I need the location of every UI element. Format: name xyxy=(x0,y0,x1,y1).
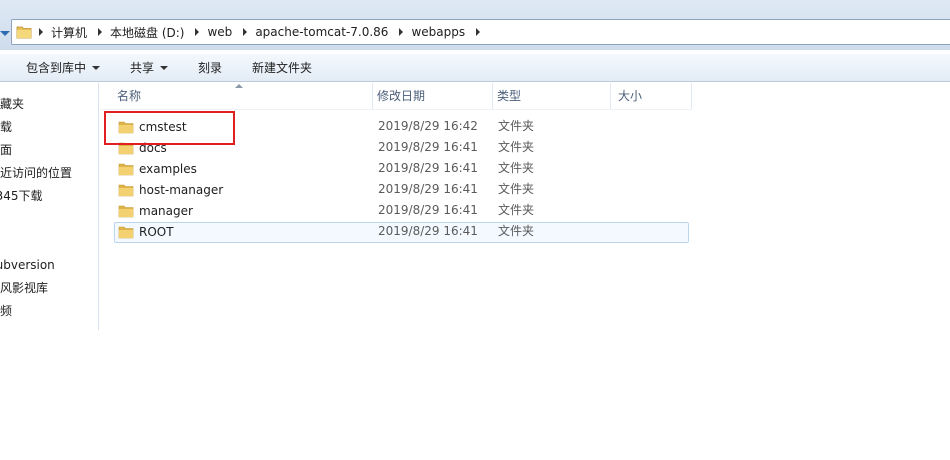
table-row[interactable]: manager 2019/8/29 16:41 文件夹 xyxy=(114,201,689,222)
column-header-name[interactable]: 名称 xyxy=(100,83,373,109)
address-bar-region: 计算机 本地磁盘 (D:) web apache-tomcat-7.0.86 w… xyxy=(0,0,950,50)
column-size-label: 大小 xyxy=(618,89,643,103)
header-divider xyxy=(100,109,692,110)
chevron-down-icon xyxy=(160,65,169,70)
breadcrumb-computer[interactable]: 计算机 xyxy=(48,24,93,41)
column-header-type[interactable]: 类型 xyxy=(493,83,611,109)
file-modified: 2019/8/29 16:41 xyxy=(378,203,478,217)
table-row[interactable]: ROOT 2019/8/29 16:41 文件夹 xyxy=(114,222,689,243)
nav-item-baofeng-library[interactable]: 暴风影视库 xyxy=(0,278,48,298)
navigation-pane: 收藏夹 下载 桌面 最近访问的位置 2345下载 Subversion 暴风影视… xyxy=(0,83,99,330)
nav-item-downloads[interactable]: 下载 xyxy=(0,117,12,137)
file-type: 文件夹 xyxy=(498,182,535,196)
command-toolbar: 包含到库中 共享 刻录 新建文件夹 xyxy=(0,54,950,82)
chevron-right-icon[interactable] xyxy=(34,20,48,44)
breadcrumb: 计算机 本地磁盘 (D:) web apache-tomcat-7.0.86 w… xyxy=(34,20,485,44)
share-button[interactable]: 共享 xyxy=(119,54,179,82)
folder-icon xyxy=(118,225,134,239)
recent-locations-dropdown-icon[interactable] xyxy=(0,30,10,38)
column-modified-label: 修改日期 xyxy=(377,89,426,103)
table-row[interactable]: host-manager 2019/8/29 16:41 文件夹 xyxy=(114,180,689,201)
chevron-right-icon[interactable] xyxy=(471,20,485,44)
folder-icon xyxy=(118,204,134,218)
file-modified: 2019/8/29 16:41 xyxy=(378,161,478,175)
nav-item-recent-places[interactable]: 最近访问的位置 xyxy=(0,163,72,183)
address-bar[interactable]: 计算机 本地磁盘 (D:) web apache-tomcat-7.0.86 w… xyxy=(11,19,950,45)
burn-label: 刻录 xyxy=(198,61,223,75)
nav-item-videos[interactable]: 视频 xyxy=(0,301,12,321)
folder-icon xyxy=(16,25,32,39)
share-label: 共享 xyxy=(130,61,155,75)
column-type-label: 类型 xyxy=(497,89,522,103)
nav-item-favorites[interactable]: 收藏夹 xyxy=(0,94,24,114)
nav-item-2345-downloads[interactable]: 2345下载 xyxy=(0,186,43,206)
file-name: ROOT xyxy=(139,224,174,239)
breadcrumb-local-disk[interactable]: 本地磁盘 (D:) xyxy=(107,24,190,41)
chevron-right-icon[interactable] xyxy=(394,20,408,44)
file-modified: 2019/8/29 16:41 xyxy=(378,182,478,196)
chevron-right-icon[interactable] xyxy=(93,20,107,44)
column-header-modified[interactable]: 修改日期 xyxy=(373,83,493,109)
file-type: 文件夹 xyxy=(498,140,535,154)
file-modified: 2019/8/29 16:42 xyxy=(378,119,478,133)
nav-item-desktop[interactable]: 桌面 xyxy=(0,140,12,160)
include-in-library-button[interactable]: 包含到库中 xyxy=(0,54,111,82)
annotation-highlight-box xyxy=(104,111,235,145)
new-folder-button[interactable]: 新建文件夹 xyxy=(241,54,323,82)
file-type: 文件夹 xyxy=(498,224,535,238)
file-name: manager xyxy=(139,203,193,218)
column-header-size[interactable]: 大小 xyxy=(611,83,692,109)
sort-ascending-icon xyxy=(235,84,243,88)
folder-icon xyxy=(118,183,134,197)
chevron-right-icon[interactable] xyxy=(190,20,204,44)
column-name-label: 名称 xyxy=(117,89,142,103)
breadcrumb-tomcat[interactable]: apache-tomcat-7.0.86 xyxy=(252,25,394,39)
breadcrumb-web[interactable]: web xyxy=(204,25,238,39)
file-modified: 2019/8/29 16:41 xyxy=(378,140,478,154)
empty-area xyxy=(0,330,950,460)
burn-button[interactable]: 刻录 xyxy=(187,54,233,82)
include-in-library-label: 包含到库中 xyxy=(26,61,87,75)
breadcrumb-webapps[interactable]: webapps xyxy=(408,25,471,39)
file-type: 文件夹 xyxy=(498,161,535,175)
file-modified: 2019/8/29 16:41 xyxy=(378,224,478,238)
table-row[interactable]: examples 2019/8/29 16:41 文件夹 xyxy=(114,159,689,180)
chevron-down-icon xyxy=(92,65,101,70)
file-name: examples xyxy=(139,161,197,176)
chevron-right-icon[interactable] xyxy=(238,20,252,44)
file-type: 文件夹 xyxy=(498,119,535,133)
nav-item-subversion[interactable]: Subversion xyxy=(0,255,55,275)
new-folder-label: 新建文件夹 xyxy=(252,61,313,75)
file-type: 文件夹 xyxy=(498,203,535,217)
folder-icon xyxy=(118,162,134,176)
file-name: host-manager xyxy=(139,182,224,197)
